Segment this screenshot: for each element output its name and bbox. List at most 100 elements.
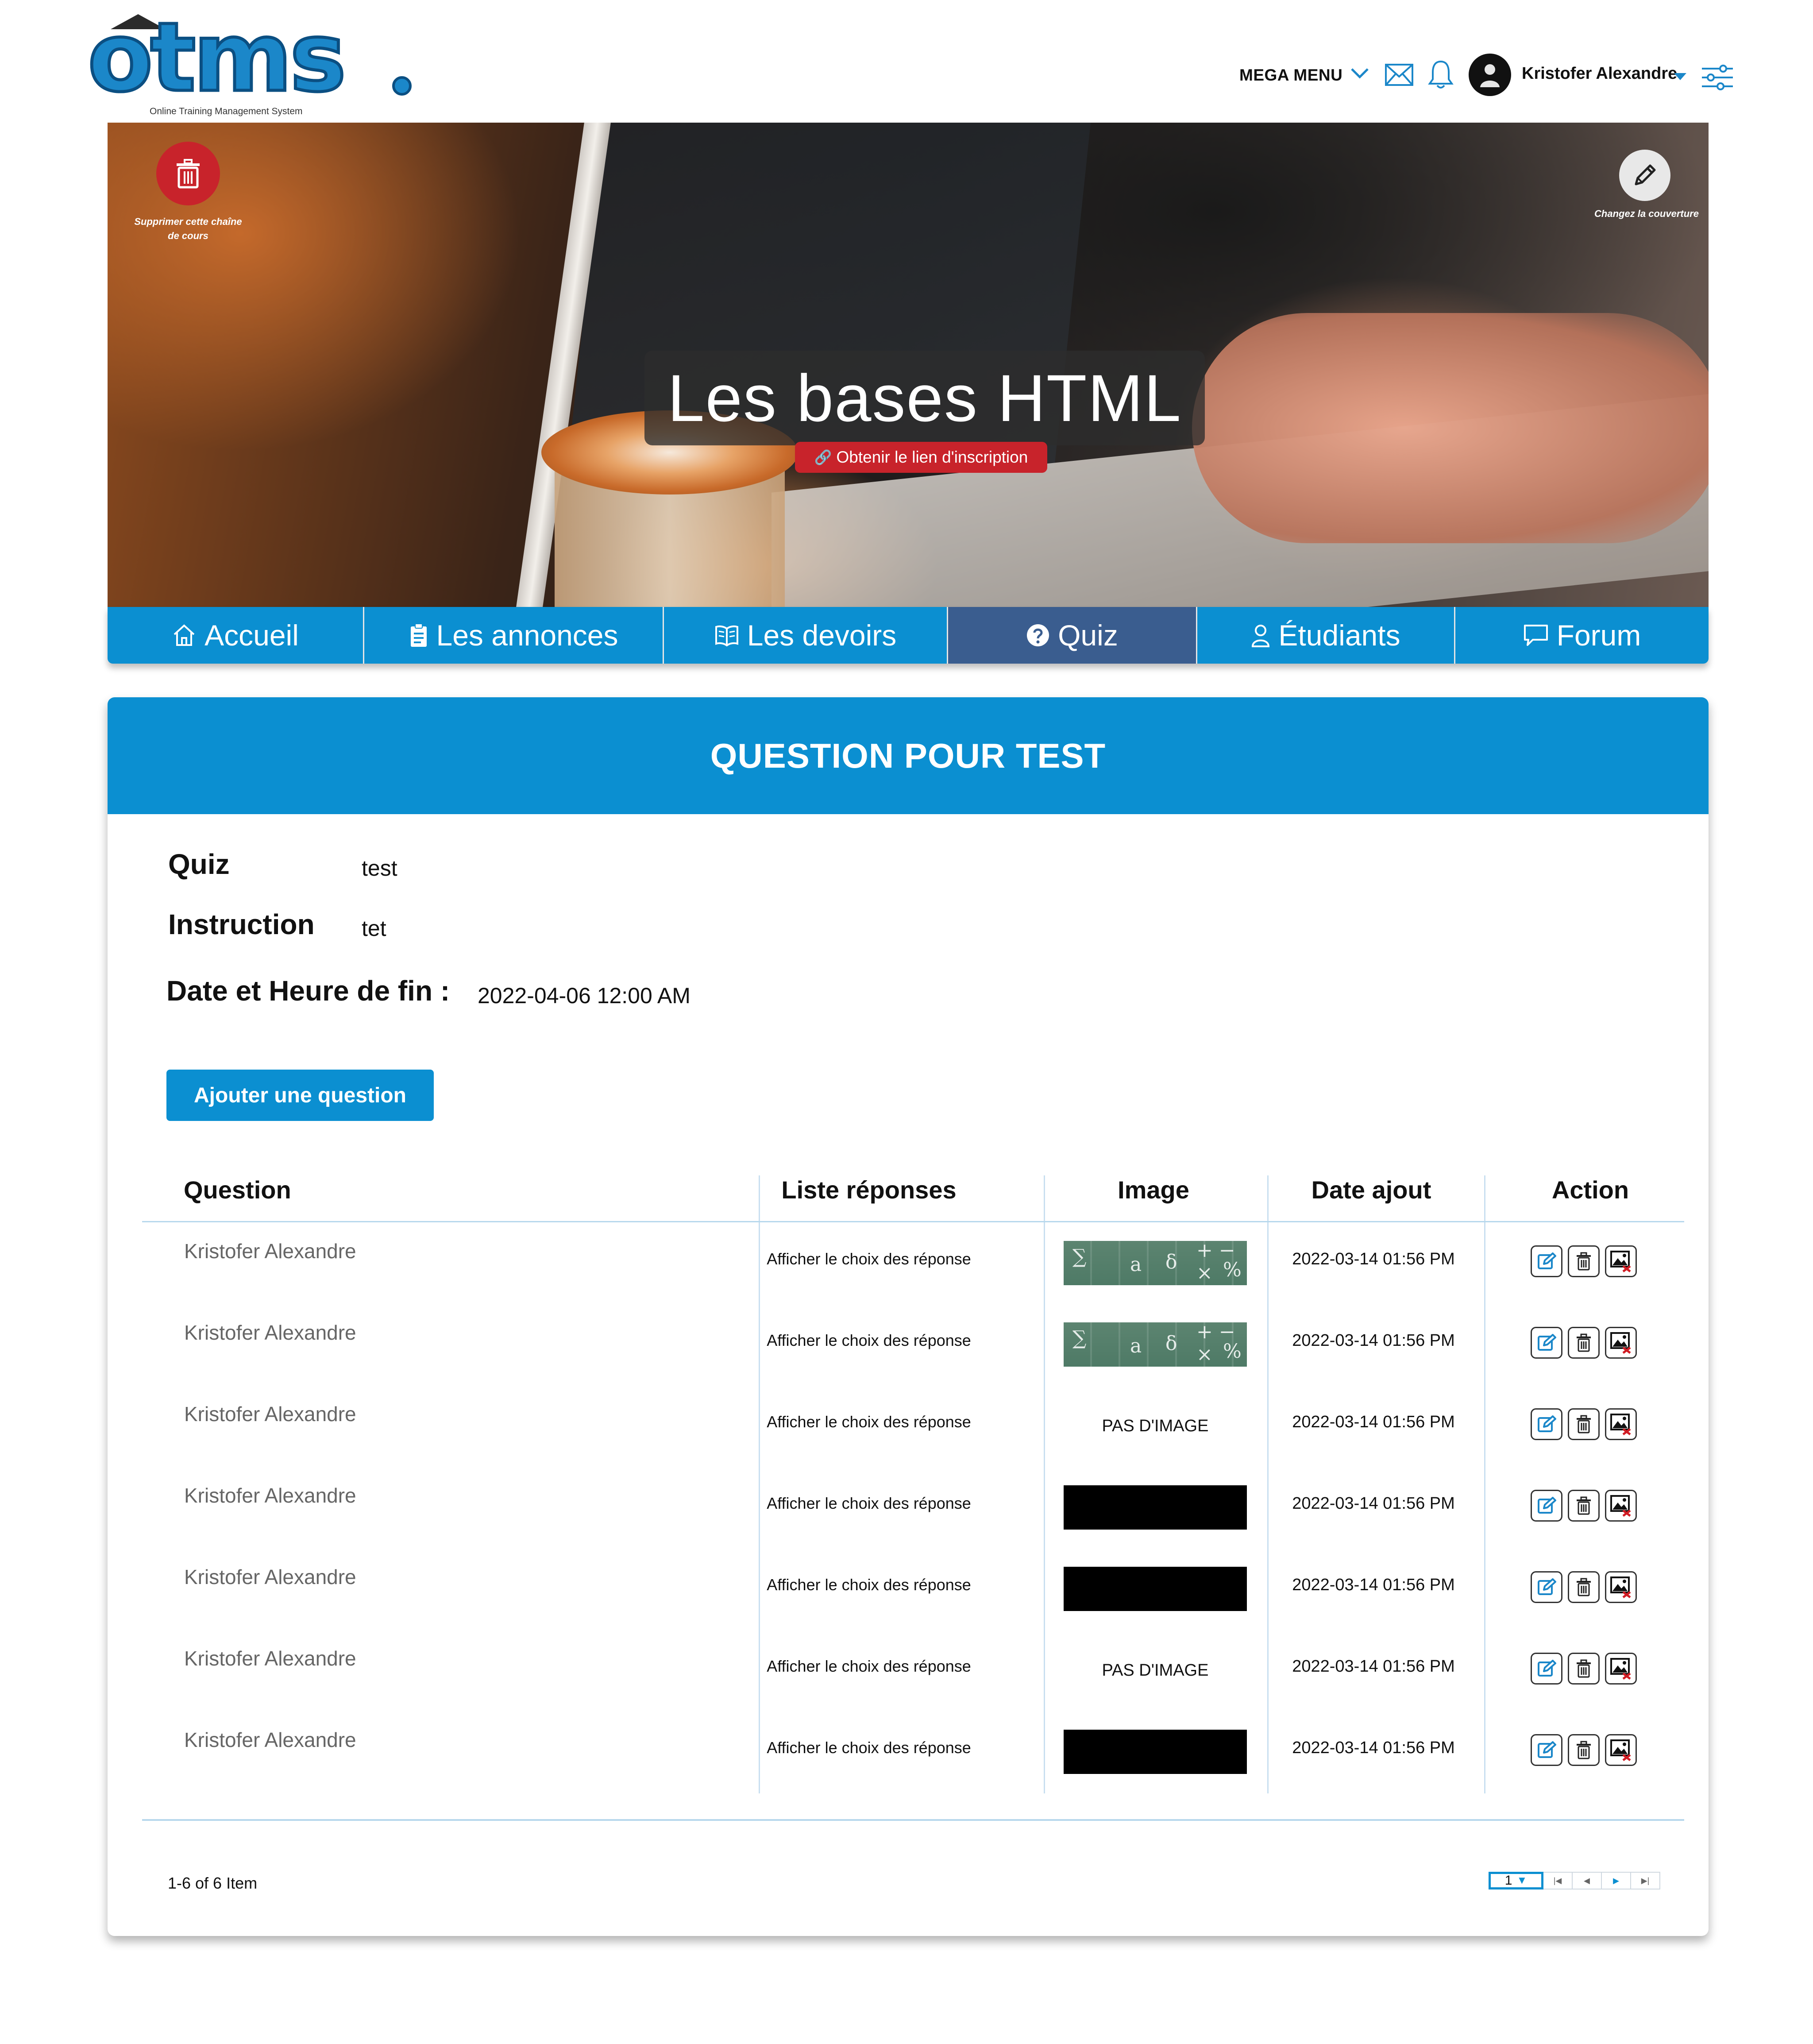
trash-icon[interactable] <box>1568 1571 1600 1603</box>
otms-logo[interactable]: otms Online Training Management System <box>86 8 412 116</box>
edit-icon[interactable] <box>1531 1734 1562 1766</box>
question-image-thumbnail[interactable] <box>1064 1567 1247 1611</box>
trash-icon <box>177 159 200 189</box>
add-question-button[interactable]: Ajouter une question <box>166 1070 434 1121</box>
delete-course-label: Supprimer cette chaîne de cours <box>134 216 242 241</box>
edit-icon[interactable] <box>1531 1245 1562 1277</box>
remove-image-icon[interactable] <box>1605 1571 1637 1603</box>
edit-icon[interactable] <box>1531 1490 1562 1522</box>
table-row: Kristofer Alexandre Afficher le choix des… <box>108 1476 1709 1558</box>
card-header: QUESTION POUR TEST <box>108 697 1709 814</box>
question-image-cell: ∑ a δ + − ×% <box>1064 1241 1247 1285</box>
trash-icon[interactable] <box>1568 1408 1600 1440</box>
remove-image-icon[interactable] <box>1605 1327 1637 1359</box>
question-image-thumbnail[interactable] <box>1064 1730 1247 1774</box>
show-answers-link[interactable]: Afficher le choix des réponse <box>727 1657 1011 1676</box>
first-page-icon[interactable]: |◀ <box>1543 1872 1573 1889</box>
end-date-label: Date et Heure de fin : <box>166 975 450 1007</box>
question-image-cell: ∑ a δ + − ×% <box>1064 1322 1247 1367</box>
remove-image-icon[interactable] <box>1605 1490 1637 1522</box>
date-added-cell: 2022-03-14 01:56 PM <box>1292 1250 1455 1268</box>
show-answers-link[interactable]: Afficher le choix des réponse <box>727 1331 1011 1350</box>
date-added-cell: 2022-03-14 01:56 PM <box>1292 1331 1455 1350</box>
row-actions <box>1531 1571 1637 1603</box>
book-icon <box>714 624 739 646</box>
course-title: Les bases HTML <box>667 360 1182 435</box>
prev-page-icon[interactable]: ◀ <box>1573 1872 1602 1889</box>
page-select[interactable]: 1 ▼ <box>1489 1872 1543 1889</box>
pencil-icon <box>1635 164 1656 185</box>
bell-icon[interactable] <box>1427 59 1454 91</box>
get-signup-link-button[interactable]: 🔗 Obtenir le lien d'inscription <box>795 442 1047 473</box>
add-question-label: Ajouter une question <box>194 1083 406 1107</box>
edit-icon[interactable] <box>1531 1408 1562 1440</box>
tab-label: Quiz <box>1058 619 1118 652</box>
show-answers-link[interactable]: Afficher le choix des réponse <box>727 1576 1011 1594</box>
no-image-text: PAS D'IMAGE <box>1102 1416 1209 1435</box>
signup-link-label: Obtenir le lien d'inscription <box>836 448 1028 466</box>
remove-image-icon[interactable] <box>1605 1245 1637 1277</box>
no-image-text: PAS D'IMAGE <box>1102 1661 1209 1680</box>
cover-hand <box>1192 313 1709 543</box>
page-select-value: 1 <box>1504 1873 1512 1888</box>
table-row: Kristofer Alexandre Afficher le choix des… <box>108 1232 1709 1314</box>
edit-icon[interactable] <box>1531 1653 1562 1685</box>
avatar[interactable] <box>1469 54 1511 96</box>
tab-label: Accueil <box>204 619 299 652</box>
next-page-icon[interactable]: ▶ <box>1602 1872 1631 1889</box>
question-circle-icon <box>1026 623 1050 647</box>
delete-course-button[interactable] <box>156 142 220 205</box>
trash-icon[interactable] <box>1568 1245 1600 1277</box>
course-title-box: Les bases HTML <box>644 351 1205 445</box>
table-row: Kristofer Alexandre Afficher le choix des… <box>108 1314 1709 1395</box>
tab-forum[interactable]: Forum <box>1455 607 1709 664</box>
trash-icon[interactable] <box>1568 1734 1600 1766</box>
show-answers-link[interactable]: Afficher le choix des réponse <box>727 1494 1011 1513</box>
tab-accueil[interactable]: Accueil <box>108 607 364 664</box>
question-cell: Kristofer Alexandre <box>184 1647 356 1670</box>
remove-image-icon[interactable] <box>1605 1734 1637 1766</box>
remove-image-icon[interactable] <box>1605 1653 1637 1685</box>
tab-quiz[interactable]: Quiz <box>948 607 1197 664</box>
question-cell: Kristofer Alexandre <box>184 1484 356 1507</box>
question-image-cell <box>1064 1730 1247 1774</box>
user-silhouette-icon <box>1480 64 1500 87</box>
course-tabs: Accueil Les annonces Les devoirs Quiz Ét… <box>108 607 1709 664</box>
show-answers-link[interactable]: Afficher le choix des réponse <box>727 1250 1011 1268</box>
remove-image-icon[interactable] <box>1605 1408 1637 1440</box>
sliders-icon[interactable] <box>1701 64 1734 91</box>
question-image-thumbnail[interactable]: ∑ a δ + − ×% <box>1064 1241 1247 1285</box>
column-header-action: Action <box>1551 1175 1629 1204</box>
table-header-divider <box>142 1221 1684 1222</box>
tab-les-devoirs[interactable]: Les devoirs <box>664 607 948 664</box>
date-added-cell: 2022-03-14 01:56 PM <box>1292 1494 1455 1513</box>
show-answers-link[interactable]: Afficher le choix des réponse <box>727 1739 1011 1757</box>
instruction-label: Instruction <box>168 908 315 940</box>
logo-text: otms <box>86 2 347 113</box>
table-row: Kristofer Alexandre Afficher le choix des… <box>108 1721 1709 1802</box>
mail-icon[interactable] <box>1385 63 1414 86</box>
user-name[interactable]: Kristofer Alexandre <box>1522 64 1677 83</box>
change-cover-button[interactable] <box>1619 150 1670 201</box>
last-page-icon[interactable]: ▶| <box>1631 1872 1660 1889</box>
trash-icon[interactable] <box>1568 1327 1600 1359</box>
trash-icon[interactable] <box>1568 1490 1600 1522</box>
show-answers-link[interactable]: Afficher le choix des réponse <box>727 1413 1011 1431</box>
date-added-cell: 2022-03-14 01:56 PM <box>1292 1739 1455 1757</box>
tab-les-annonces[interactable]: Les annonces <box>364 607 664 664</box>
link-icon: 🔗 <box>814 449 832 465</box>
logo-tagline: Online Training Management System <box>150 106 303 116</box>
trash-icon[interactable] <box>1568 1653 1600 1685</box>
question-image-cell <box>1064 1567 1247 1611</box>
edit-icon[interactable] <box>1531 1327 1562 1359</box>
tab-label: Les devoirs <box>747 619 897 652</box>
caret-down-icon[interactable] <box>1674 73 1686 80</box>
question-image-thumbnail[interactable]: ∑ a δ + − ×% <box>1064 1322 1247 1367</box>
edit-icon[interactable] <box>1531 1571 1562 1603</box>
chevron-down-icon[interactable] <box>1350 66 1369 80</box>
date-added-cell: 2022-03-14 01:56 PM <box>1292 1576 1455 1594</box>
mega-menu-button[interactable]: MEGA MENU <box>1239 58 1342 93</box>
tab-etudiants[interactable]: Étudiants <box>1197 607 1455 664</box>
question-image-thumbnail[interactable] <box>1064 1485 1247 1530</box>
question-cell: Kristofer Alexandre <box>184 1321 356 1344</box>
